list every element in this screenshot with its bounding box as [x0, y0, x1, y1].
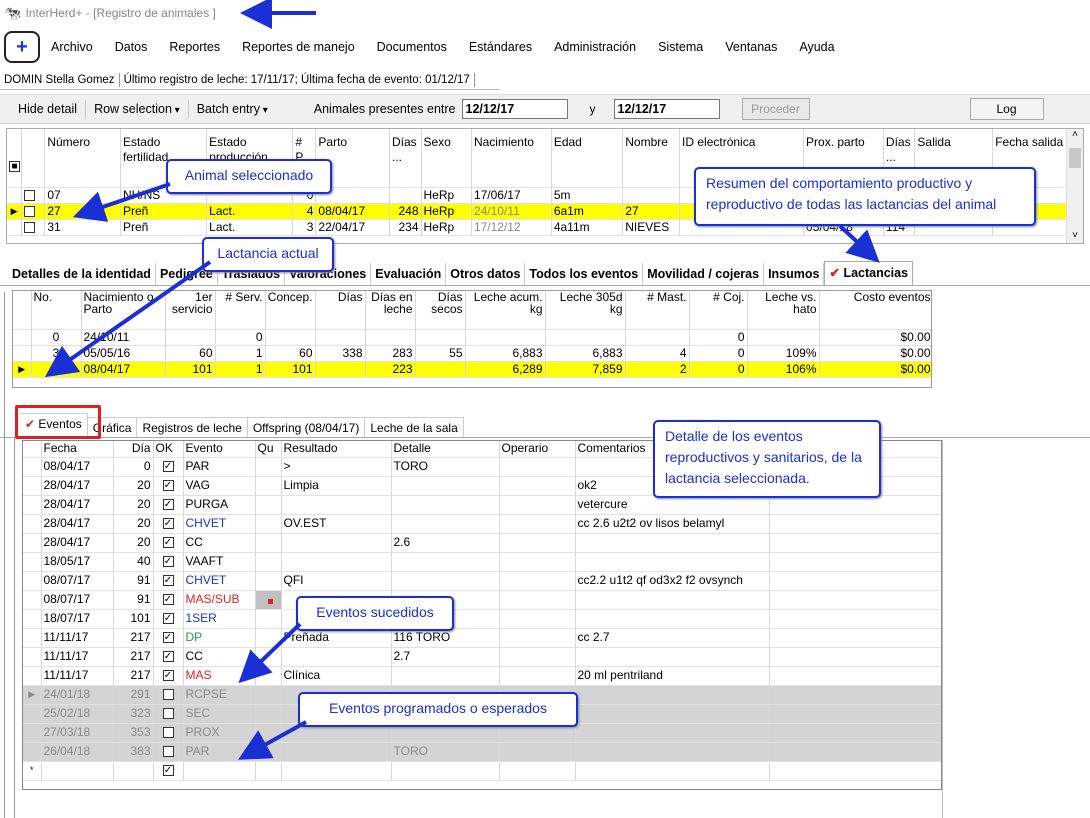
arrow-summary: [838, 224, 880, 263]
arrow-lactation: [44, 260, 212, 378]
annotation-arrows: [44, 0, 880, 760]
arrow-animal: [72, 182, 171, 222]
arrow-occurred: [238, 622, 302, 684]
arrow-scheduled: [238, 720, 307, 760]
